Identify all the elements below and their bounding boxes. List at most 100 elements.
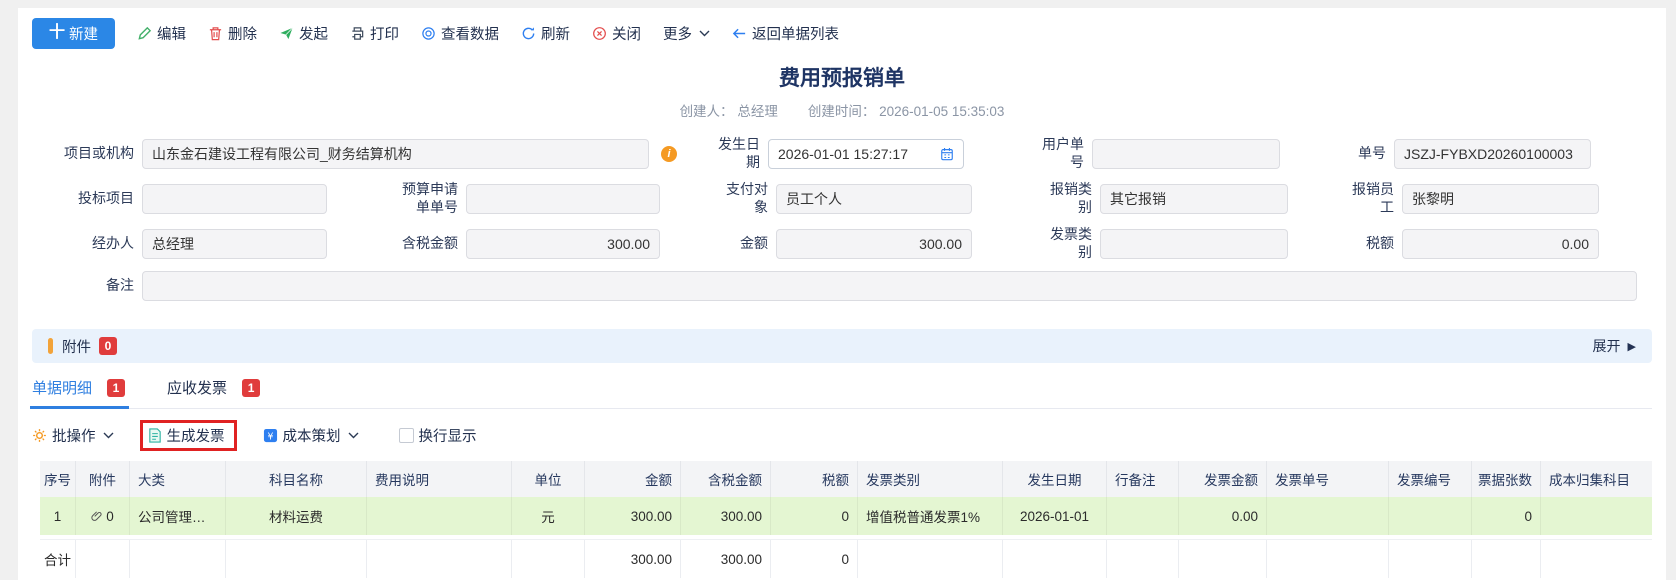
col-header-8: 税额	[771, 461, 858, 497]
total-cell-9	[858, 540, 1003, 578]
tab-badge: 1	[107, 379, 125, 397]
total-cell-15	[1472, 540, 1541, 578]
delete-button[interactable]: 删除	[208, 23, 257, 44]
accent-bar	[48, 338, 53, 354]
cell-0-2[interactable]: 公司管理…	[130, 497, 226, 535]
gear-icon	[32, 428, 47, 443]
total-cell-16	[1541, 540, 1652, 578]
edit-button[interactable]: 编辑	[137, 23, 186, 44]
table-total-row: 合计300.00300.000	[40, 539, 1652, 578]
reimb-emp-label: 报销员工	[1342, 181, 1402, 216]
top-toolbar: 十新建 编辑 删除 发起 打印 查看数据 刷新 关闭	[32, 18, 1652, 48]
cell-0-9[interactable]: 增值税普通发票1%	[858, 497, 1003, 535]
table-body: 10公司管理…材料运费元300.00300.000增值税普通发票1%2026-0…	[40, 497, 1652, 535]
total-cell-1	[76, 540, 130, 578]
invoice-doc-icon	[148, 428, 162, 443]
new-button[interactable]: 十新建	[32, 18, 115, 49]
header-form: 项目或机构 山东金石建设工程有限公司_财务结算机构 i 发生日期 2026-01…	[32, 136, 1652, 301]
budget-no-label: 预算申请单单号	[402, 181, 466, 216]
cell-0-3[interactable]: 材料运费	[226, 497, 367, 535]
amount-label: 金额	[716, 235, 776, 253]
view-data-button[interactable]: 查看数据	[421, 23, 499, 44]
total-cell-14	[1389, 540, 1472, 578]
col-header-6: 金额	[585, 461, 681, 497]
wrap-display-toggle[interactable]: 换行显示	[399, 425, 477, 446]
cell-0-12[interactable]: 0.00	[1179, 497, 1267, 535]
cell-0-5[interactable]: 元	[512, 497, 585, 535]
cell-0-1[interactable]: 0	[76, 497, 130, 535]
col-header-13: 发票单号	[1267, 461, 1389, 497]
batch-operation-button[interactable]: 批操作	[32, 425, 114, 446]
col-header-12: 发票金额	[1179, 461, 1267, 497]
refresh-button[interactable]: 刷新	[521, 23, 570, 44]
col-header-3: 科目名称	[226, 461, 367, 497]
initiate-button[interactable]: 发起	[279, 23, 328, 44]
cell-0-8[interactable]: 0	[771, 497, 858, 535]
user-no-field	[1092, 139, 1280, 169]
remark-field	[142, 271, 1637, 301]
cell-0-7[interactable]: 300.00	[681, 497, 771, 535]
col-header-0: 序号	[40, 461, 76, 497]
invoice-type-label: 发票类别	[1040, 226, 1100, 261]
send-icon	[279, 26, 294, 41]
tab-receivable-invoice[interactable]: 应收发票 1	[167, 377, 260, 398]
cell-0-10[interactable]: 2026-01-01	[1003, 497, 1107, 535]
cell-0-13[interactable]	[1267, 497, 1389, 535]
occur-date-field[interactable]: 2026-01-01 15:27:17	[768, 139, 964, 169]
total-cell-3	[226, 540, 367, 578]
generate-invoice-button[interactable]: 生成发票	[148, 425, 225, 446]
cell-0-15[interactable]: 0	[1472, 497, 1541, 535]
pay-target-field: 员工个人	[776, 184, 972, 214]
print-button[interactable]: 打印	[350, 23, 399, 44]
cell-0-0[interactable]: 1	[40, 497, 76, 535]
total-cell-11	[1107, 540, 1179, 578]
attachment-count-badge: 0	[99, 337, 117, 355]
col-header-9: 发票类别	[858, 461, 1003, 497]
cell-0-6[interactable]: 300.00	[585, 497, 681, 535]
project-label: 项目或机构	[32, 145, 142, 163]
calendar-icon[interactable]	[940, 147, 954, 161]
reimb-type-field: 其它报销	[1100, 184, 1288, 214]
detail-table: 序号附件大类科目名称费用说明单位金额含税金额税额发票类别发生日期行备注发票金额发…	[40, 461, 1652, 578]
plus-icon: 十	[49, 25, 65, 41]
close-button[interactable]: 关闭	[592, 23, 641, 44]
handler-field: 总经理	[142, 229, 327, 259]
bid-project-field	[142, 184, 327, 214]
created-time-text: 创建时间： 2026-01-05 15:35:03	[808, 100, 1005, 120]
reimb-emp-field: 张黎明	[1402, 184, 1599, 214]
total-cell-2	[130, 540, 226, 578]
grid-toolbar: 批操作 生成发票 ¥ 成本策划 换行显示	[32, 420, 1652, 451]
cost-plan-icon: ¥	[263, 428, 278, 443]
cell-0-11[interactable]	[1107, 497, 1179, 535]
total-cell-0: 合计	[40, 540, 76, 578]
col-header-1: 附件	[76, 461, 130, 497]
attachment-label: 附件	[62, 336, 91, 357]
cost-plan-button[interactable]: ¥ 成本策划	[263, 425, 359, 446]
cell-0-4[interactable]	[367, 497, 512, 535]
invoice-type-field	[1100, 229, 1288, 259]
cell-0-14[interactable]	[1389, 497, 1472, 535]
chevron-down-icon	[699, 30, 710, 37]
more-button[interactable]: 更多	[663, 23, 710, 44]
tax-incl-label: 含税金额	[402, 235, 466, 253]
form-row-2: 投标项目 预算申请单单号 支付对象 员工个人 报销类别 其它报销 报销员工 张黎…	[32, 181, 1652, 216]
chevron-down-icon	[348, 432, 359, 439]
generate-invoice-highlight: 生成发票	[140, 420, 237, 451]
total-cell-6: 300.00	[585, 540, 681, 578]
table-row[interactable]: 10公司管理…材料运费元300.00300.000增值税普通发票1%2026-0…	[40, 497, 1652, 535]
chevron-down-icon	[103, 432, 114, 439]
doc-meta: 创建人： 总经理 创建时间： 2026-01-05 15:35:03	[32, 100, 1652, 120]
col-header-10: 发生日期	[1003, 461, 1107, 497]
back-to-list-button[interactable]: 返回单据列表	[732, 23, 839, 44]
pencil-icon	[137, 26, 152, 41]
table-header-row: 序号附件大类科目名称费用说明单位金额含税金额税额发票类别发生日期行备注发票金额发…	[40, 461, 1652, 497]
info-icon[interactable]: i	[661, 146, 677, 162]
doc-no-label: 单号	[1334, 145, 1394, 163]
tab-document-detail[interactable]: 单据明细 1	[32, 377, 125, 398]
wrap-display-checkbox[interactable]	[399, 428, 414, 443]
total-cell-12	[1179, 540, 1267, 578]
expand-triangle-icon: ▶	[1628, 340, 1636, 353]
col-header-5: 单位	[512, 461, 585, 497]
cell-0-16[interactable]	[1541, 497, 1652, 535]
expand-button[interactable]: 展开 ▶	[1593, 336, 1636, 356]
